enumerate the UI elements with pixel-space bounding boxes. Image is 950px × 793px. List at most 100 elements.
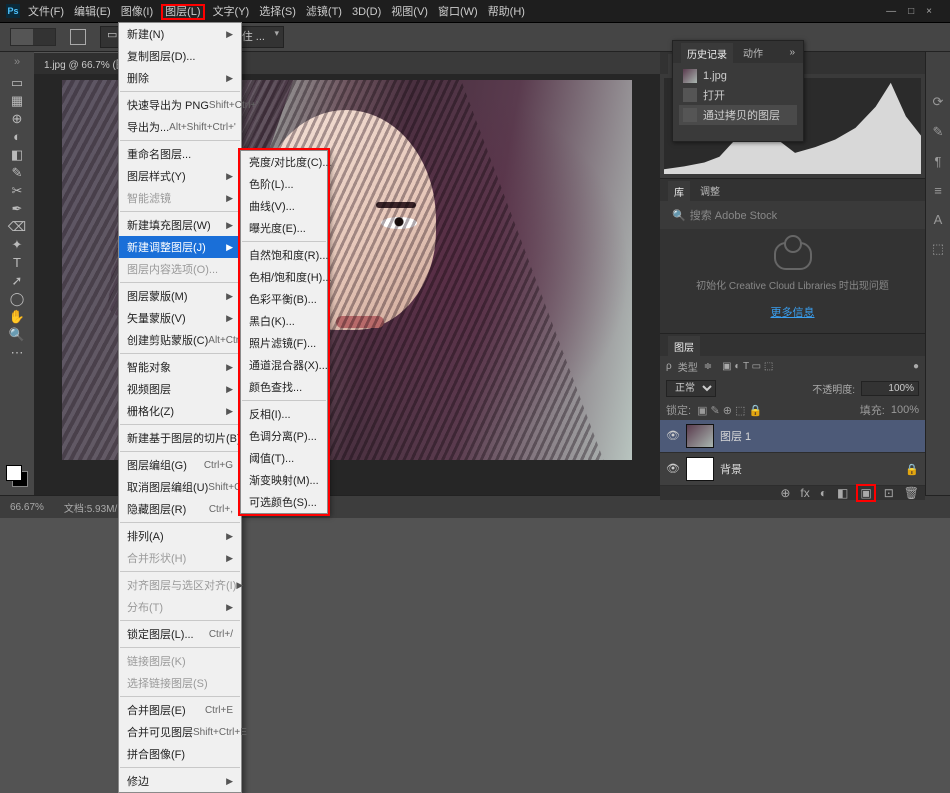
dock-icon[interactable]: ⬚ — [932, 241, 944, 257]
menu-图层[interactable]: 图层(L) — [163, 6, 202, 18]
menu-item[interactable]: 导出为...Alt+Shift+Ctrl+' — [119, 116, 241, 138]
layer-footer-icon[interactable]: 🗑 — [904, 486, 919, 500]
menu-item[interactable]: 合并可见图层Shift+Ctrl+E — [119, 721, 241, 743]
menu-item[interactable]: 色相/饱和度(H)... — [241, 266, 327, 288]
layer-filter-kind[interactable]: 类型 — [678, 359, 698, 374]
layer-footer-icon[interactable]: fx — [800, 486, 809, 500]
maximize-button[interactable]: □ — [908, 6, 926, 17]
menu-item[interactable]: 阈值(T)... — [241, 447, 327, 469]
layer-footer-icon[interactable]: ▣ — [858, 486, 873, 500]
menu-item[interactable]: 快速导出为 PNGShift+Ctrl+' — [119, 94, 241, 116]
tool[interactable]: ▦ — [7, 92, 27, 110]
window-controls[interactable]: —□× — [886, 6, 944, 17]
menu-item[interactable]: 图层样式(Y)▶ — [119, 165, 241, 187]
visibility-icon[interactable]: 👁 — [666, 462, 680, 476]
layer-footer-icon[interactable]: ⊕ — [780, 486, 790, 500]
menu-item[interactable]: 隐藏图层(R)Ctrl+, — [119, 498, 241, 520]
tab-actions[interactable]: 动作 — [743, 45, 763, 60]
menu-item[interactable]: 新建调整图层(J)▶ — [119, 236, 241, 258]
menu-3D[interactable]: 3D(D) — [352, 6, 381, 18]
menu-item[interactable]: 删除▶ — [119, 67, 241, 89]
tool[interactable]: ✎ — [7, 164, 27, 182]
menu-item[interactable]: 矢量蒙版(V)▶ — [119, 307, 241, 329]
menu-item[interactable]: 色调分离(P)... — [241, 425, 327, 447]
close-button[interactable]: × — [926, 6, 944, 17]
menu-item[interactable]: 亮度/对比度(C)... — [241, 151, 327, 173]
tool[interactable]: ⋯ — [7, 344, 27, 362]
menu-item[interactable]: 曝光度(E)... — [241, 217, 327, 239]
more-info-link[interactable]: 更多信息 — [771, 304, 815, 320]
minimize-button[interactable]: — — [886, 6, 908, 17]
menu-item[interactable]: 渐变映射(M)... — [241, 469, 327, 491]
zoom-level[interactable]: 66.67% — [10, 502, 44, 513]
menu-窗口[interactable]: 窗口(W) — [438, 6, 478, 18]
menu-item[interactable]: 智能对象▶ — [119, 356, 241, 378]
menu-选择[interactable]: 选择(S) — [259, 6, 296, 18]
history-doc[interactable]: 1.jpg — [679, 67, 797, 85]
visibility-icon[interactable]: 👁 — [666, 429, 680, 443]
tool[interactable]: ◧ — [7, 146, 27, 164]
view-toggle[interactable] — [10, 28, 56, 46]
history-step[interactable]: 通过拷贝的图层 — [679, 105, 797, 125]
menu-item[interactable]: 新建(N)▶ — [119, 23, 241, 45]
menu-item[interactable]: 新建填充图层(W)▶ — [119, 214, 241, 236]
tool[interactable]: ⊕ — [7, 110, 27, 128]
menu-帮助[interactable]: 帮助(H) — [488, 6, 525, 18]
tool[interactable]: ✦ — [7, 236, 27, 254]
menu-滤镜[interactable]: 滤镜(T) — [306, 6, 342, 18]
menu-item[interactable]: 修边▶ — [119, 770, 241, 792]
blend-mode-select[interactable]: 正常 — [666, 380, 716, 397]
menu-item[interactable]: 图层蒙版(M)▶ — [119, 285, 241, 307]
tool[interactable]: ◯ — [7, 290, 27, 308]
stock-search-input[interactable]: 🔍搜索 Adobe Stock — [666, 205, 919, 225]
tool[interactable]: ✋ — [7, 308, 27, 326]
menu-item[interactable]: 创建剪贴蒙版(C)Alt+Ctrl+G — [119, 329, 241, 351]
menu-图像[interactable]: 图像(I) — [121, 6, 153, 18]
tab-layers[interactable]: 图层 — [668, 336, 700, 357]
menu-item[interactable]: 栅格化(Z)▶ — [119, 400, 241, 422]
menu-item[interactable]: 色阶(L)... — [241, 173, 327, 195]
tool[interactable]: ➚ — [7, 272, 27, 290]
tool[interactable]: 🔍 — [7, 326, 27, 344]
tool[interactable]: T — [7, 254, 27, 272]
menu-item[interactable]: 重命名图层... — [119, 143, 241, 165]
layer-row[interactable]: 👁背景🔒 — [660, 453, 925, 486]
menu-item[interactable]: 颜色查找... — [241, 376, 327, 398]
menu-item[interactable]: 锁定图层(L)...Ctrl+/ — [119, 623, 241, 645]
opacity-field[interactable]: 100% — [861, 381, 919, 396]
tab-libraries[interactable]: 库 — [668, 181, 690, 202]
lock-icons[interactable]: ▣ ✎ ⊕ ⬚ 🔒 — [697, 404, 762, 417]
dock-icon[interactable]: ⟳ — [933, 94, 944, 110]
color-swatch[interactable] — [6, 465, 28, 487]
tool[interactable]: ◐ — [7, 128, 27, 146]
menu-item[interactable]: 新建基于图层的切片(B) — [119, 427, 241, 449]
menu-item[interactable]: 可选颜色(S)... — [241, 491, 327, 513]
menu-item[interactable]: 合并图层(E)Ctrl+E — [119, 699, 241, 721]
menu-文件[interactable]: 文件(F) — [28, 6, 64, 18]
history-step[interactable]: 打开 — [679, 85, 797, 105]
menu-item[interactable]: 黑白(K)... — [241, 310, 327, 332]
layer-footer-icon[interactable]: ⊡ — [884, 486, 894, 500]
dock-icon[interactable]: ≡ — [934, 183, 942, 198]
tool[interactable]: ⌫ — [7, 218, 27, 236]
menu-item[interactable]: 通道混合器(X)... — [241, 354, 327, 376]
menu-item[interactable]: 排列(A)▶ — [119, 525, 241, 547]
menu-编辑[interactable]: 编辑(E) — [74, 6, 111, 18]
layer-footer-icon[interactable]: ◧ — [837, 486, 848, 500]
tool[interactable]: ✂ — [7, 182, 27, 200]
tool[interactable]: ✒ — [7, 200, 27, 218]
menu-item[interactable]: 视频图层▶ — [119, 378, 241, 400]
menu-item[interactable]: 取消图层编组(U)Shift+Ctrl+G — [119, 476, 241, 498]
menu-item[interactable]: 照片滤镜(F)... — [241, 332, 327, 354]
fill-field[interactable]: 100% — [891, 404, 919, 416]
menu-item[interactable]: 复制图层(D)... — [119, 45, 241, 67]
menu-item[interactable]: 图层编组(G)Ctrl+G — [119, 454, 241, 476]
dock-icon[interactable]: ¶ — [935, 154, 942, 169]
menu-视图[interactable]: 视图(V) — [391, 6, 428, 18]
layer-row[interactable]: 👁图层 1 — [660, 420, 925, 453]
menu-item[interactable]: 拼合图像(F) — [119, 743, 241, 765]
dock-icon[interactable]: ✎ — [933, 124, 944, 140]
menu-item[interactable]: 色彩平衡(B)... — [241, 288, 327, 310]
dock-icon[interactable]: A — [934, 212, 943, 227]
menu-文字[interactable]: 文字(Y) — [213, 6, 250, 18]
